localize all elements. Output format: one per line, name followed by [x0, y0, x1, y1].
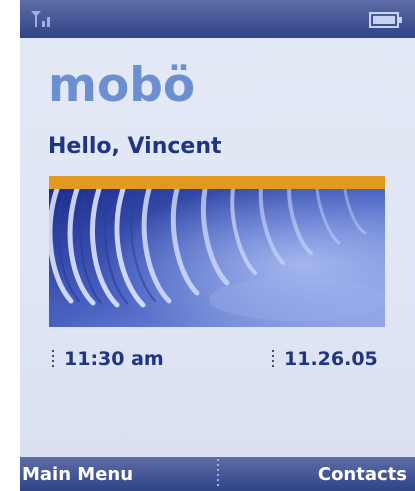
- softkey-bar: Main Menu Contacts: [20, 457, 415, 491]
- signal-strength-icon: [31, 11, 50, 27]
- contacts-softkey[interactable]: Contacts: [318, 464, 407, 485]
- battery-icon: [369, 12, 402, 28]
- phone-screen: mobö Hello, Vincent 11:30 am 11.26.05 Ma…: [20, 0, 415, 491]
- time-divider: [52, 350, 55, 372]
- clock-time: 11:30 am: [64, 348, 164, 370]
- greeting-text: Hello, Vincent: [48, 134, 222, 159]
- brand-logo: mobö: [48, 58, 196, 113]
- wallpaper-image: [49, 189, 385, 327]
- accent-bar: [49, 176, 385, 189]
- main-menu-softkey[interactable]: Main Menu: [22, 464, 133, 485]
- clock-date: 11.26.05: [284, 348, 378, 370]
- status-bar: [20, 0, 415, 38]
- softkey-separator: [217, 459, 219, 489]
- date-divider: [272, 350, 275, 372]
